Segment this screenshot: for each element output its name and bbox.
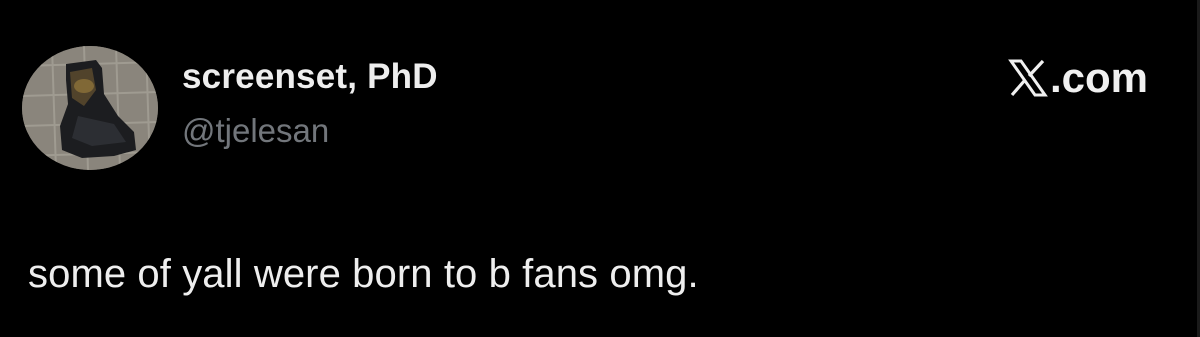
tweet-text: some of yall were born to b fans omg. <box>28 252 699 296</box>
x-com-brand: .com <box>1008 54 1148 102</box>
avatar[interactable] <box>22 46 158 170</box>
boot-photo-avatar-icon <box>22 46 158 170</box>
x-logo-icon <box>1008 59 1048 97</box>
user-handle[interactable]: @tjelesan <box>182 112 329 150</box>
brand-domain-suffix: .com <box>1049 54 1148 101</box>
tweet-card: screenset, PhD @tjelesan .com some of ya… <box>0 0 1200 337</box>
display-name[interactable]: screenset, PhD <box>182 57 438 97</box>
